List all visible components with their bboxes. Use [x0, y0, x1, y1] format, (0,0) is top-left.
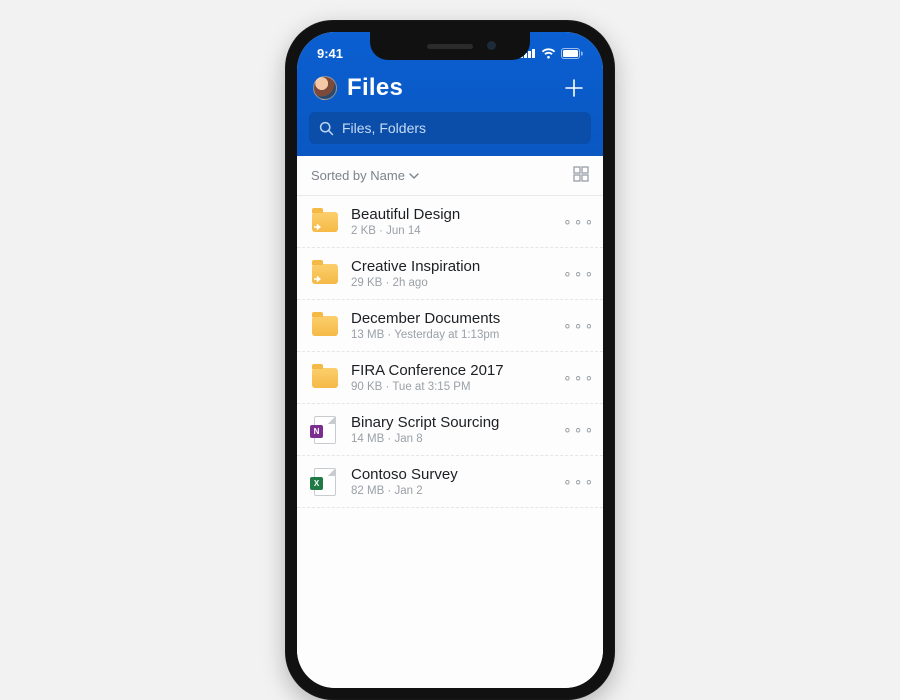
- list-item[interactable]: Creative Inspiration 29 KB · 2h ago ∘∘∘: [297, 248, 603, 300]
- item-meta: 82 MB · Jan 2: [351, 485, 551, 497]
- item-body: Creative Inspiration 29 KB · 2h ago: [351, 258, 551, 289]
- search-container: Files, Folders: [297, 112, 603, 156]
- battery-icon: [561, 48, 583, 59]
- avatar[interactable]: [313, 76, 337, 100]
- item-icon: N: [311, 416, 339, 444]
- wifi-icon: [541, 48, 556, 59]
- item-body: December Documents 13 MB · Yesterday at …: [351, 310, 551, 341]
- speaker-grille: [427, 44, 473, 49]
- more-button[interactable]: ∘∘∘: [563, 317, 589, 334]
- item-meta: 2 KB · Jun 14: [351, 225, 551, 237]
- more-icon: ∘∘∘: [563, 213, 595, 229]
- view-toggle-button[interactable]: [573, 166, 589, 185]
- more-button[interactable]: ∘∘∘: [563, 369, 589, 386]
- sort-row: Sorted by Name: [297, 156, 603, 196]
- chevron-down-icon: [409, 171, 419, 181]
- grid-view-icon: [573, 166, 589, 182]
- item-icon: [311, 208, 339, 236]
- more-icon: ∘∘∘: [563, 265, 595, 281]
- sort-label: Sorted by Name: [311, 168, 405, 183]
- phone-notch: [370, 32, 530, 60]
- item-icon: [311, 364, 339, 392]
- more-button[interactable]: ∘∘∘: [563, 265, 589, 282]
- folder-icon: [312, 316, 338, 336]
- item-title: Beautiful Design: [351, 206, 551, 223]
- status-time: 9:41: [317, 46, 343, 61]
- more-button[interactable]: ∘∘∘: [563, 421, 589, 438]
- list-item[interactable]: December Documents 13 MB · Yesterday at …: [297, 300, 603, 352]
- file-list[interactable]: Beautiful Design 2 KB · Jun 14 ∘∘∘ Creat…: [297, 196, 603, 688]
- search-placeholder: Files, Folders: [342, 120, 426, 136]
- more-button[interactable]: ∘∘∘: [563, 213, 589, 230]
- item-body: Beautiful Design 2 KB · Jun 14: [351, 206, 551, 237]
- item-body: FIRA Conference 2017 90 KB · Tue at 3:15…: [351, 362, 551, 393]
- item-title: December Documents: [351, 310, 551, 327]
- list-item[interactable]: FIRA Conference 2017 90 KB · Tue at 3:15…: [297, 352, 603, 404]
- item-body: Contoso Survey 82 MB · Jan 2: [351, 466, 551, 497]
- more-button[interactable]: ∘∘∘: [563, 473, 589, 490]
- list-item[interactable]: Beautiful Design 2 KB · Jun 14 ∘∘∘: [297, 196, 603, 248]
- item-icon: [311, 260, 339, 288]
- more-icon: ∘∘∘: [563, 317, 595, 333]
- onenote-file-icon: N: [314, 416, 336, 444]
- item-icon: X: [311, 468, 339, 496]
- plus-icon: [564, 78, 584, 98]
- folder-icon: [312, 264, 338, 284]
- item-meta: 13 MB · Yesterday at 1:13pm: [351, 329, 551, 341]
- item-meta: 29 KB · 2h ago: [351, 277, 551, 289]
- item-body: Binary Script Sourcing 14 MB · Jan 8: [351, 414, 551, 445]
- excel-file-icon: X: [314, 468, 336, 496]
- phone-screen: 9:41 Files Files, Folders: [297, 32, 603, 688]
- phone-frame: 9:41 Files Files, Folders: [285, 20, 615, 700]
- excel-badge: X: [310, 477, 323, 490]
- more-icon: ∘∘∘: [563, 369, 595, 385]
- more-icon: ∘∘∘: [563, 473, 595, 489]
- item-meta: 90 KB · Tue at 3:15 PM: [351, 381, 551, 393]
- sort-button[interactable]: Sorted by Name: [311, 168, 419, 183]
- page-title: Files: [347, 74, 551, 102]
- search-icon: [319, 121, 334, 136]
- item-title: Contoso Survey: [351, 466, 551, 483]
- folder-icon: [312, 368, 338, 388]
- status-indicators: [520, 48, 583, 59]
- more-icon: ∘∘∘: [563, 421, 595, 437]
- item-meta: 14 MB · Jan 8: [351, 433, 551, 445]
- front-camera: [487, 41, 496, 50]
- onenote-badge: N: [310, 425, 323, 438]
- item-icon: [311, 312, 339, 340]
- item-title: Binary Script Sourcing: [351, 414, 551, 431]
- search-input[interactable]: Files, Folders: [309, 112, 591, 144]
- title-row: Files: [297, 68, 603, 112]
- item-title: Creative Inspiration: [351, 258, 551, 275]
- item-title: FIRA Conference 2017: [351, 362, 551, 379]
- add-button[interactable]: [561, 75, 587, 101]
- folder-icon: [312, 212, 338, 232]
- list-item[interactable]: X Contoso Survey 82 MB · Jan 2 ∘∘∘: [297, 456, 603, 508]
- list-item[interactable]: N Binary Script Sourcing 14 MB · Jan 8 ∘…: [297, 404, 603, 456]
